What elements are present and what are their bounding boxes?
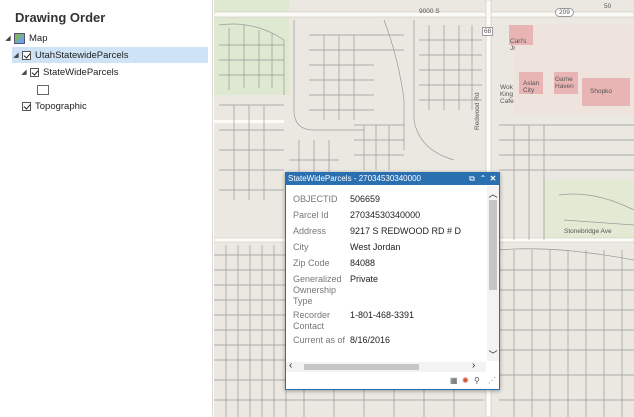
attribute-row: Generalized Ownership Type Private bbox=[293, 274, 378, 307]
expand-caret-icon[interactable]: ◢ bbox=[12, 51, 20, 59]
attribute-value: Private bbox=[350, 274, 379, 284]
poi-label: Shopko bbox=[590, 88, 613, 95]
attribute-key: City bbox=[293, 242, 309, 252]
attribute-row: City West Jordan bbox=[293, 242, 400, 253]
attribute-table: OBJECTID 506659 Parcel Id 27034530340000… bbox=[286, 186, 486, 360]
attribute-value: 84088 bbox=[350, 258, 376, 268]
map-label: 9000 S bbox=[419, 8, 440, 15]
layer-statewideparcels[interactable]: ◢ StateWideParcels bbox=[20, 64, 119, 80]
layer-utahstatewideparcels[interactable]: ◢ UtahStatewideParcels bbox=[12, 47, 208, 63]
attribute-value: 8/16/2016 bbox=[350, 335, 391, 345]
poi-label: Game Haven bbox=[555, 76, 574, 90]
attribute-popup[interactable]: StateWideParcels - 27034530340000 ⧉ ⌃ ✕ … bbox=[285, 172, 500, 390]
scroll-thumb[interactable] bbox=[304, 364, 419, 370]
attribute-value: 506659 bbox=[350, 194, 381, 204]
attribute-key: Current as of bbox=[293, 335, 346, 345]
attribute-key: Parcel Id bbox=[293, 210, 329, 220]
layer-label: StateWideParcels bbox=[43, 66, 119, 78]
poi-label: Wok King Cafe bbox=[500, 84, 514, 105]
attribute-row: Recorder Contact 1-801-468-3391 bbox=[293, 310, 414, 332]
poi-label: Asian City bbox=[523, 80, 540, 94]
popup-footer: ▦ ✺ ⚲ ⋰ bbox=[286, 374, 499, 388]
symbol-swatch[interactable] bbox=[37, 85, 49, 95]
popup-title: StateWideParcels - 27034530340000 bbox=[288, 174, 421, 183]
attribute-row: Parcel Id 27034530340000 bbox=[293, 210, 420, 221]
attribute-value: 9217 S REDWOOD RD # D bbox=[350, 226, 462, 236]
attribute-row: Current as of 8/16/2016 bbox=[293, 335, 390, 346]
attribute-key: Generalized Ownership Type bbox=[293, 274, 342, 306]
attribute-key: OBJECTID bbox=[293, 194, 338, 204]
route-shield: 209 bbox=[555, 8, 574, 17]
chevron-left-icon[interactable]: ‹ bbox=[289, 360, 292, 371]
popup-header[interactable]: StateWideParcels - 27034530340000 ⧉ ⌃ ✕ bbox=[286, 173, 499, 185]
attribute-key: Zip Code bbox=[293, 258, 330, 268]
chevron-up-icon[interactable]: ︿ bbox=[487, 187, 499, 200]
expand-caret-icon[interactable]: ◢ bbox=[20, 68, 28, 76]
map-label: 50 bbox=[604, 3, 612, 10]
resize-grip-icon[interactable]: ⋰ bbox=[488, 376, 496, 385]
zoom-to-icon[interactable]: ⚲ bbox=[474, 376, 480, 385]
attribute-value: 27034530340000 bbox=[350, 210, 421, 220]
map-label: Stonebridge Ave bbox=[564, 228, 612, 235]
attribute-value: 1-801-468-3391 bbox=[350, 310, 415, 320]
vertical-scrollbar[interactable]: ︿ ﹀ bbox=[487, 186, 499, 361]
poi-label: Carl's Jr bbox=[510, 38, 527, 52]
chevron-right-icon[interactable]: › bbox=[472, 360, 475, 371]
expand-caret-icon[interactable]: ◢ bbox=[4, 34, 12, 42]
attribute-row: Address 9217 S REDWOOD RD # D bbox=[293, 226, 461, 237]
layer-label: Map bbox=[29, 32, 48, 44]
attribute-value: West Jordan bbox=[350, 242, 401, 252]
layer-label: UtahStatewideParcels bbox=[35, 49, 129, 61]
attribute-key: Recorder Contact bbox=[293, 310, 331, 331]
table-icon[interactable]: ▦ bbox=[450, 376, 458, 385]
pane-title: Drawing Order bbox=[15, 10, 106, 25]
collapse-icon[interactable]: ⌃ bbox=[478, 173, 488, 185]
attribute-row: Zip Code 84088 bbox=[293, 258, 375, 269]
layer-map[interactable]: ◢ Map bbox=[4, 30, 47, 46]
contents-pane: Drawing Order ◢ Map ◢ UtahStatewideParce… bbox=[0, 0, 213, 417]
map-label: Redwood Rd bbox=[474, 92, 481, 130]
scroll-thumb[interactable] bbox=[489, 200, 497, 290]
layer-label: Topographic bbox=[35, 100, 87, 112]
layer-topographic[interactable]: Topographic bbox=[22, 98, 87, 114]
close-icon[interactable]: ✕ bbox=[488, 173, 498, 185]
map-icon bbox=[14, 32, 25, 44]
pop-out-icon[interactable]: ⧉ bbox=[467, 173, 477, 185]
route-shield: 68 bbox=[482, 27, 494, 36]
horizontal-scrollbar[interactable]: ‹ › bbox=[286, 360, 486, 372]
visibility-checkbox[interactable] bbox=[22, 50, 31, 60]
chevron-down-icon[interactable]: ﹀ bbox=[487, 348, 499, 361]
flash-icon[interactable]: ✺ bbox=[462, 376, 469, 385]
visibility-checkbox[interactable] bbox=[30, 67, 39, 77]
visibility-checkbox[interactable] bbox=[22, 101, 31, 111]
attribute-key: Address bbox=[293, 226, 327, 236]
attribute-row: OBJECTID 506659 bbox=[293, 194, 380, 205]
